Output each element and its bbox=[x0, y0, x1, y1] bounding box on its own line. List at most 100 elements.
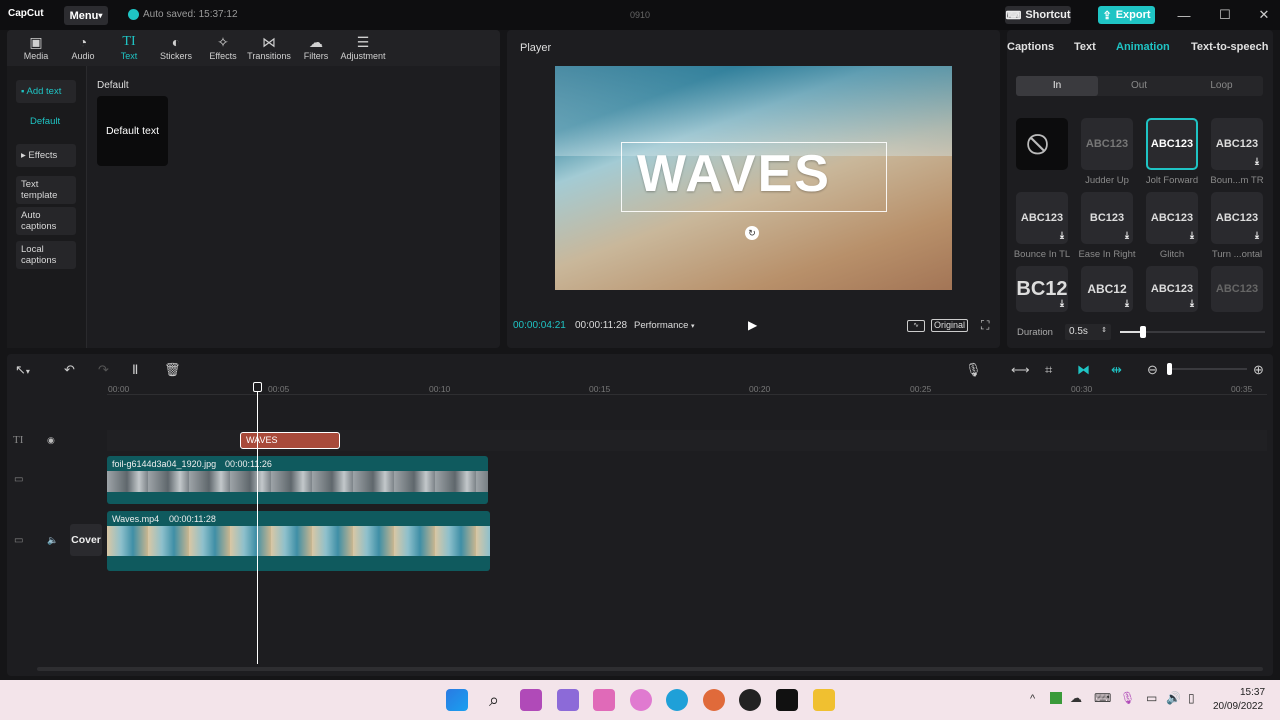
minimize-icon[interactable]: — bbox=[1174, 6, 1194, 24]
tool-stickers[interactable]: ◐ Stickers bbox=[154, 33, 198, 65]
volume-icon[interactable]: 🔊 bbox=[1166, 691, 1181, 705]
select-tool-icon[interactable]: ↖▾ bbox=[15, 362, 30, 378]
link-icon[interactable]: ⟷ bbox=[1011, 362, 1030, 378]
windows-start-icon[interactable] bbox=[446, 689, 468, 711]
zoom-slider[interactable] bbox=[1167, 363, 1247, 375]
subtab-in[interactable]: In bbox=[1016, 76, 1098, 96]
menu-button[interactable]: Menu ▾ bbox=[64, 6, 108, 25]
zoom-out-icon[interactable]: ⊖ bbox=[1147, 362, 1158, 378]
tool-text[interactable]: TI Text bbox=[107, 33, 151, 65]
tab-captions[interactable]: Captions bbox=[1007, 41, 1054, 53]
clock-time[interactable]: 15:37 bbox=[1240, 687, 1265, 698]
preview-axis-icon[interactable]: ⇹ bbox=[1111, 362, 1122, 378]
tool-audio[interactable]: ◔ Audio bbox=[61, 33, 105, 65]
tool-adjustment[interactable]: ☰ Adjustment bbox=[340, 33, 385, 65]
maps-icon[interactable] bbox=[703, 689, 725, 711]
cloud-icon[interactable]: ☁ bbox=[1070, 691, 1082, 705]
tool-media[interactable]: ▣ Media bbox=[14, 33, 58, 65]
chat-app-icon[interactable] bbox=[557, 689, 579, 711]
eye-icon[interactable]: ◉ bbox=[47, 435, 55, 446]
illustrator-icon[interactable] bbox=[593, 689, 615, 711]
animation-item[interactable]: ABC123 ⤓ bbox=[1016, 192, 1068, 244]
animation-preview: BC123 bbox=[1089, 212, 1125, 224]
main-track-magnet-icon[interactable]: ⧓ bbox=[1077, 362, 1090, 378]
animation-item[interactable]: ABC123 ⤓ bbox=[1211, 118, 1263, 170]
animation-item[interactable]: BC12 ⤓ bbox=[1016, 266, 1068, 312]
close-icon[interactable]: ✕ bbox=[1254, 6, 1274, 24]
original-ratio-button[interactable]: Original bbox=[931, 319, 969, 332]
undo-icon[interactable]: ↶ bbox=[64, 362, 75, 378]
tool-effects[interactable]: ✧ Effects bbox=[201, 33, 245, 65]
battery-icon[interactable]: ▯ bbox=[1188, 691, 1195, 705]
waveform-icon[interactable]: ∿ bbox=[907, 320, 925, 332]
clock-date[interactable]: 20/09/2022 bbox=[1213, 701, 1263, 712]
quality-select[interactable]: Performance ▾ bbox=[634, 320, 695, 331]
export-button[interactable]: ⇪ Export bbox=[1098, 6, 1155, 24]
tool-transitions[interactable]: ⋈ Transitions bbox=[247, 33, 291, 65]
sidebar-item-auto-captions[interactable]: Auto captions bbox=[16, 207, 76, 235]
keyboard-icon[interactable]: ⌨ bbox=[1094, 691, 1111, 705]
tab-text-to-speech[interactable]: Text-to-speech bbox=[1191, 41, 1268, 53]
animation-item[interactable]: ABC123 bbox=[1081, 118, 1133, 170]
davinci-icon[interactable] bbox=[739, 689, 761, 711]
play-icon[interactable]: ▶ bbox=[748, 318, 757, 332]
timeline-panel: ↖▾ ↶ ↷ Ⅱ 🗑 🎙 ⟷ ⌗ ⧓ ⇹ ⊖ ⊕ 00:00 00:05 00:… bbox=[7, 354, 1273, 676]
speaker-icon[interactable]: 🔈 bbox=[47, 535, 58, 546]
sidebar-item-default[interactable]: Default bbox=[30, 116, 60, 127]
app-icon[interactable] bbox=[630, 689, 652, 711]
file-explorer-icon[interactable] bbox=[813, 689, 835, 711]
overlay-video-clip[interactable]: foil-g6144d3a04_1920.jpg 00:00:11:26 bbox=[107, 456, 488, 504]
tab-animation[interactable]: Animation bbox=[1116, 41, 1170, 53]
animation-item[interactable]: BC123 ⤓ bbox=[1081, 192, 1133, 244]
app-icon[interactable] bbox=[520, 689, 542, 711]
add-text-button[interactable]: ▪ Add text bbox=[16, 80, 76, 103]
clip-thumbnails bbox=[107, 471, 488, 492]
zoom-handle[interactable] bbox=[1167, 363, 1172, 375]
subtab-loop[interactable]: Loop bbox=[1180, 76, 1263, 96]
stickers-icon: ◐ bbox=[171, 34, 181, 50]
nvidia-icon[interactable] bbox=[1050, 692, 1062, 704]
tool-filters[interactable]: ☁ Filters bbox=[294, 33, 338, 65]
horizontal-scrollbar[interactable] bbox=[37, 667, 1263, 671]
animation-item[interactable]: ABC123 ⤓ bbox=[1146, 266, 1198, 312]
sidebar-item-text-template[interactable]: Text template bbox=[16, 176, 76, 204]
main-video-clip[interactable]: Waves.mp4 00:00:11:28 bbox=[107, 511, 490, 571]
tab-text[interactable]: Text bbox=[1074, 41, 1096, 53]
playhead-handle[interactable] bbox=[253, 382, 262, 392]
split-icon[interactable]: Ⅱ bbox=[132, 362, 138, 378]
search-icon[interactable]: ⌕ bbox=[483, 689, 505, 711]
redo-icon[interactable]: ↷ bbox=[98, 362, 109, 378]
animation-item[interactable]: ABC12 ⤓ bbox=[1081, 266, 1133, 312]
video-preview[interactable]: WAVES ↻ bbox=[555, 66, 952, 290]
edge-icon[interactable] bbox=[666, 689, 688, 711]
player-title: Player bbox=[520, 42, 552, 54]
animation-item[interactable]: ABC123 bbox=[1211, 266, 1263, 312]
snap-icon[interactable]: ⌗ bbox=[1045, 362, 1052, 378]
animation-none[interactable]: ⃠ bbox=[1016, 118, 1068, 170]
shortcut-button[interactable]: ⌨ Shortcut bbox=[1005, 6, 1071, 24]
sidebar-item-local-captions[interactable]: Local captions bbox=[16, 241, 76, 269]
slider-handle[interactable] bbox=[1140, 326, 1146, 338]
duration-slider[interactable] bbox=[1120, 326, 1265, 338]
subtab-out[interactable]: Out bbox=[1098, 76, 1180, 96]
rotate-icon[interactable]: ↻ bbox=[745, 226, 759, 240]
capcut-icon[interactable] bbox=[776, 689, 798, 711]
zoom-in-icon[interactable]: ⊕ bbox=[1253, 362, 1264, 378]
tray-chevron-icon[interactable]: ^ bbox=[1030, 693, 1035, 705]
text-clip[interactable]: WAVES bbox=[240, 432, 340, 449]
duration-input[interactable]: 0.5s ⇕ bbox=[1065, 324, 1111, 340]
microphone-icon[interactable]: 🎙 bbox=[1120, 691, 1135, 705]
maximize-icon[interactable]: ☐ bbox=[1215, 6, 1235, 24]
delete-icon[interactable]: 🗑 bbox=[164, 362, 181, 378]
default-text-card[interactable]: Default text bbox=[97, 96, 168, 166]
playhead[interactable] bbox=[257, 388, 258, 664]
animation-item-selected[interactable]: ABC123 bbox=[1146, 118, 1198, 170]
fullscreen-icon[interactable]: ⛶ bbox=[981, 318, 989, 333]
animation-label: Ease In Right bbox=[1078, 249, 1136, 260]
sidebar-item-effects[interactable]: ▸ Effects bbox=[16, 144, 76, 167]
microphone-icon[interactable]: 🎙 bbox=[965, 362, 982, 378]
cover-button[interactable]: Cover bbox=[70, 524, 102, 556]
network-icon[interactable]: ▭ bbox=[1146, 691, 1157, 705]
animation-item[interactable]: ABC123 ⤓ bbox=[1211, 192, 1263, 244]
animation-item[interactable]: ABC123 ⤓ bbox=[1146, 192, 1198, 244]
